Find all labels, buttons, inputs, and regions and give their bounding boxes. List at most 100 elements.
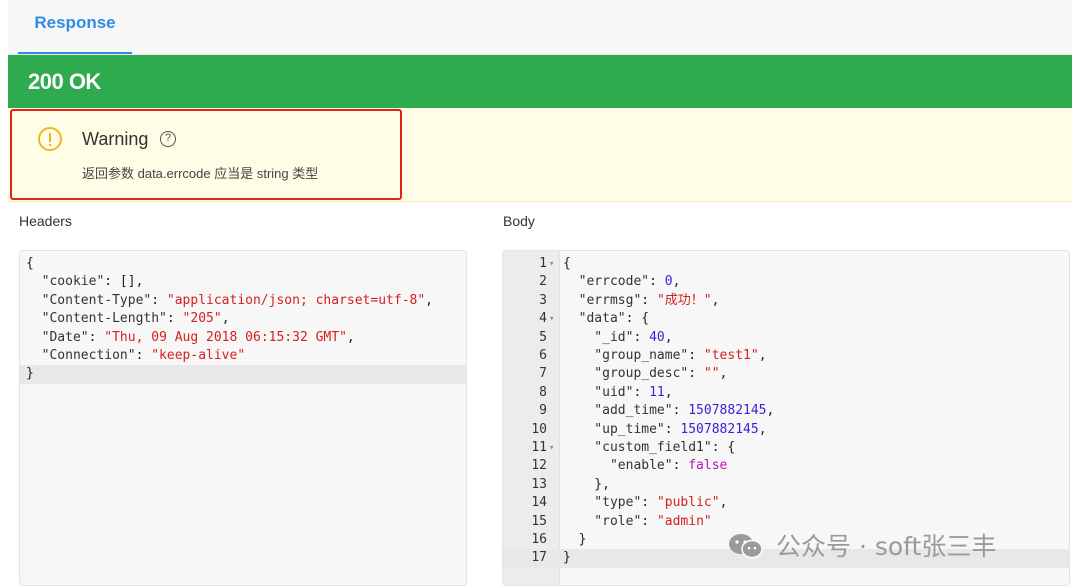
- code-token: : [],: [104, 274, 144, 290]
- code-token: :: [633, 329, 650, 345]
- code-line: 14 "type": "public",: [503, 494, 1069, 512]
- code-content: "group_desc": "",: [563, 365, 727, 383]
- code-token: "role": [563, 513, 642, 529]
- code-content: "uid": 11,: [563, 384, 673, 402]
- code-token: :: [641, 513, 657, 529]
- code-token: "Connection": [26, 348, 136, 363]
- code-line: 7 "group_desc": "",: [503, 365, 1069, 383]
- line-number: 6: [539, 348, 547, 363]
- code-content: "errmsg": "成功！",: [563, 292, 720, 310]
- code-line: {: [20, 255, 466, 273]
- warning-title: Warning: [82, 129, 149, 149]
- code-line: 3 "errmsg": "成功！",: [503, 292, 1069, 310]
- code-line: 6 "group_name": "test1",: [503, 347, 1069, 365]
- code-content: "data": {: [563, 310, 649, 328]
- code-token: ,: [719, 495, 728, 511]
- code-token: ,: [664, 384, 673, 400]
- line-number: 14: [531, 495, 547, 511]
- line-number: 3: [539, 292, 547, 308]
- code-token: "add_time": [563, 403, 673, 419]
- code-content: "custom_field1": {: [563, 439, 735, 457]
- code-content: {: [563, 255, 571, 273]
- code-content: "type": "public",: [563, 494, 727, 512]
- warning-message: 返回参数 data.errcode 应当是 string 类型: [82, 166, 319, 181]
- code-token: ,: [758, 348, 767, 363]
- code-content: "enable": false: [563, 457, 727, 475]
- code-token: "keep-alive": [151, 348, 246, 363]
- code-content: "errcode": 0,: [563, 273, 681, 291]
- code-token: "Content-Length": [26, 311, 167, 327]
- line-number: 17: [531, 550, 547, 566]
- fold-toggle-icon[interactable]: ▾: [549, 255, 554, 273]
- line-number: 10: [531, 421, 547, 437]
- code-token: "205": [182, 311, 222, 327]
- code-token: "Date": [26, 329, 89, 345]
- code-token: "group_name": [563, 348, 689, 363]
- code-line: "Connection": "keep-alive": [20, 347, 466, 365]
- code-token: "_id": [563, 329, 634, 345]
- code-token: :: [664, 421, 681, 437]
- code-content: }: [563, 549, 571, 567]
- code-token: {: [26, 256, 34, 271]
- code-line: 8 "uid": 11,: [503, 384, 1069, 402]
- code-token: :: [649, 274, 665, 290]
- code-token: "成功！": [656, 292, 712, 308]
- code-token: :: [88, 329, 105, 345]
- code-line: "Content-Length": "205",: [20, 310, 466, 328]
- line-number: 8: [539, 384, 547, 400]
- code-token: "data": [563, 311, 626, 327]
- code-token: ,: [711, 292, 720, 308]
- line-number: 15: [531, 513, 547, 529]
- code-token: ,: [346, 329, 355, 345]
- code-token: :: [641, 292, 657, 308]
- code-content: },: [563, 476, 610, 494]
- code-token: ,: [672, 274, 681, 290]
- code-token: :: [633, 384, 650, 400]
- code-line: 2 "errcode": 0,: [503, 273, 1069, 291]
- code-token: :: [688, 366, 704, 382]
- code-token: 1507882145: [680, 421, 759, 437]
- code-content: "up_time": 1507882145,: [563, 421, 767, 439]
- headers-label: Headers: [19, 213, 72, 229]
- code-token: }: [26, 366, 34, 382]
- watermark-text: 公众号 · soft张三丰: [776, 532, 997, 561]
- fold-toggle-icon[interactable]: ▾: [549, 439, 554, 457]
- code-line: 13 },: [503, 476, 1069, 494]
- tab-response[interactable]: Response: [18, 0, 132, 54]
- line-number: 1: [539, 256, 547, 271]
- code-token: "application/json; charset=utf-8": [166, 292, 426, 308]
- code-token: ,: [758, 421, 767, 437]
- code-token: "errcode": [563, 274, 650, 290]
- alert-circle-icon: [38, 127, 62, 151]
- code-token: "": [703, 366, 720, 382]
- code-token: :: [672, 403, 689, 419]
- code-token: : {: [625, 311, 650, 327]
- line-number: 11: [531, 440, 547, 455]
- wechat-icon: [729, 534, 763, 559]
- code-token: "Content-Type": [26, 292, 152, 308]
- code-token: :: [672, 458, 689, 474]
- fold-toggle-icon[interactable]: ▾: [549, 310, 554, 328]
- code-line: }: [20, 365, 466, 384]
- warning-highlight-box: [10, 109, 402, 200]
- headers-code-panel[interactable]: { "cookie": [], "Content-Type": "applica…: [19, 250, 467, 586]
- code-token: "public": [656, 495, 720, 511]
- code-token: {: [563, 256, 571, 271]
- code-token: :: [166, 311, 183, 327]
- line-number: 7: [539, 366, 547, 382]
- code-line: 10 "up_time": 1507882145,: [503, 421, 1069, 439]
- line-number: 5: [539, 329, 547, 345]
- code-line: 9 "add_time": 1507882145,: [503, 402, 1069, 420]
- code-line: 5 "_id": 40,: [503, 329, 1069, 347]
- line-number: 9: [539, 403, 547, 419]
- code-token: ,: [766, 403, 775, 419]
- code-token: },: [563, 476, 610, 492]
- body-label: Body: [503, 213, 535, 229]
- help-icon[interactable]: ?: [160, 131, 176, 147]
- code-token: 0: [664, 274, 673, 290]
- code-token: ,: [719, 366, 728, 382]
- code-token: : {: [711, 440, 736, 455]
- code-token: ,: [425, 292, 433, 308]
- code-content: }: [563, 531, 587, 549]
- code-token: "Thu, 09 Aug 2018 06:15:32 GMT": [104, 329, 347, 345]
